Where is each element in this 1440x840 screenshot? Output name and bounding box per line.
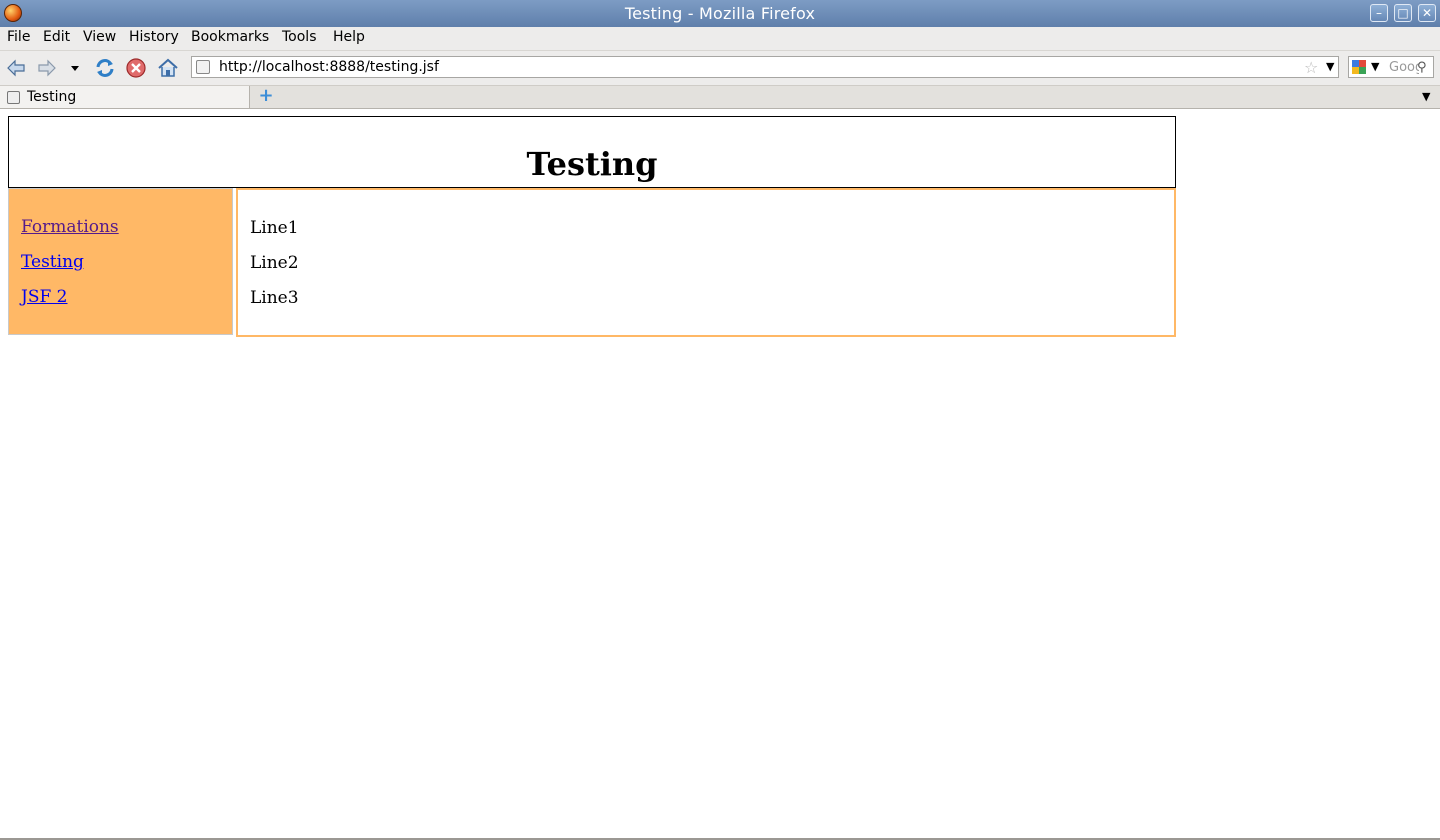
menu-tools[interactable]: Tools xyxy=(282,29,317,45)
search-bar[interactable]: ▼ Google ⚲ xyxy=(1348,56,1434,78)
menubar: File Edit View History Bookmarks Tools H… xyxy=(0,27,1440,51)
menu-bookmarks[interactable]: Bookmarks xyxy=(191,29,269,45)
home-icon[interactable] xyxy=(157,57,179,79)
content-line: Line1 xyxy=(250,218,299,238)
minimize-button[interactable]: – xyxy=(1370,4,1388,22)
window-title: Testing - Mozilla Firefox xyxy=(624,4,816,23)
nav-link-jsf2[interactable]: JSF 2 xyxy=(21,287,67,307)
main-content: Line1 Line2 Line3 xyxy=(236,188,1176,337)
url-bar[interactable]: http://localhost:8888/testing.jsf ☆ ▼ xyxy=(191,56,1339,78)
new-tab-icon[interactable]: + xyxy=(258,87,274,105)
nav-link-formations[interactable]: Formations xyxy=(21,217,119,237)
page-icon xyxy=(7,91,20,104)
url-text[interactable]: http://localhost:8888/testing.jsf xyxy=(219,59,439,75)
tab-label: Testing xyxy=(27,89,77,105)
navigation-toolbar: http://localhost:8888/testing.jsf ☆ ▼ ▼ … xyxy=(0,51,1440,86)
page-header: Testing xyxy=(8,116,1176,188)
bookmark-star-icon[interactable]: ☆ xyxy=(1304,58,1318,77)
sidebar-nav: Formations Testing JSF 2 xyxy=(8,188,233,335)
google-icon[interactable] xyxy=(1352,60,1366,74)
search-input[interactable]: Google xyxy=(1389,60,1419,75)
search-icon[interactable]: ⚲ xyxy=(1417,60,1427,75)
url-dropdown-icon[interactable]: ▼ xyxy=(1326,60,1334,73)
menu-file[interactable]: File xyxy=(7,29,30,45)
stop-icon[interactable] xyxy=(125,57,147,79)
tab-strip: Testing + ▼ xyxy=(0,86,1440,109)
forward-icon[interactable] xyxy=(37,58,57,78)
menu-history[interactable]: History xyxy=(129,29,179,45)
search-engine-dropdown-icon[interactable]: ▼ xyxy=(1371,60,1379,73)
nav-link-testing[interactable]: Testing xyxy=(21,252,84,272)
menu-edit[interactable]: Edit xyxy=(43,29,70,45)
history-dropdown-icon[interactable] xyxy=(66,58,84,78)
close-button[interactable]: ✕ xyxy=(1418,4,1436,22)
content-line: Line2 xyxy=(250,253,299,273)
content-line: Line3 xyxy=(250,288,299,308)
page-title: Testing xyxy=(526,145,658,183)
back-icon[interactable] xyxy=(6,58,26,78)
maximize-button[interactable]: □ xyxy=(1394,4,1412,22)
tab-testing[interactable]: Testing xyxy=(0,86,250,108)
menu-view[interactable]: View xyxy=(83,29,116,45)
page-icon xyxy=(196,60,210,74)
window-titlebar: Testing - Mozilla Firefox – □ ✕ xyxy=(0,0,1440,27)
menu-help[interactable]: Help xyxy=(333,29,365,45)
tab-list-icon[interactable]: ▼ xyxy=(1422,90,1430,103)
reload-icon[interactable] xyxy=(94,57,116,79)
